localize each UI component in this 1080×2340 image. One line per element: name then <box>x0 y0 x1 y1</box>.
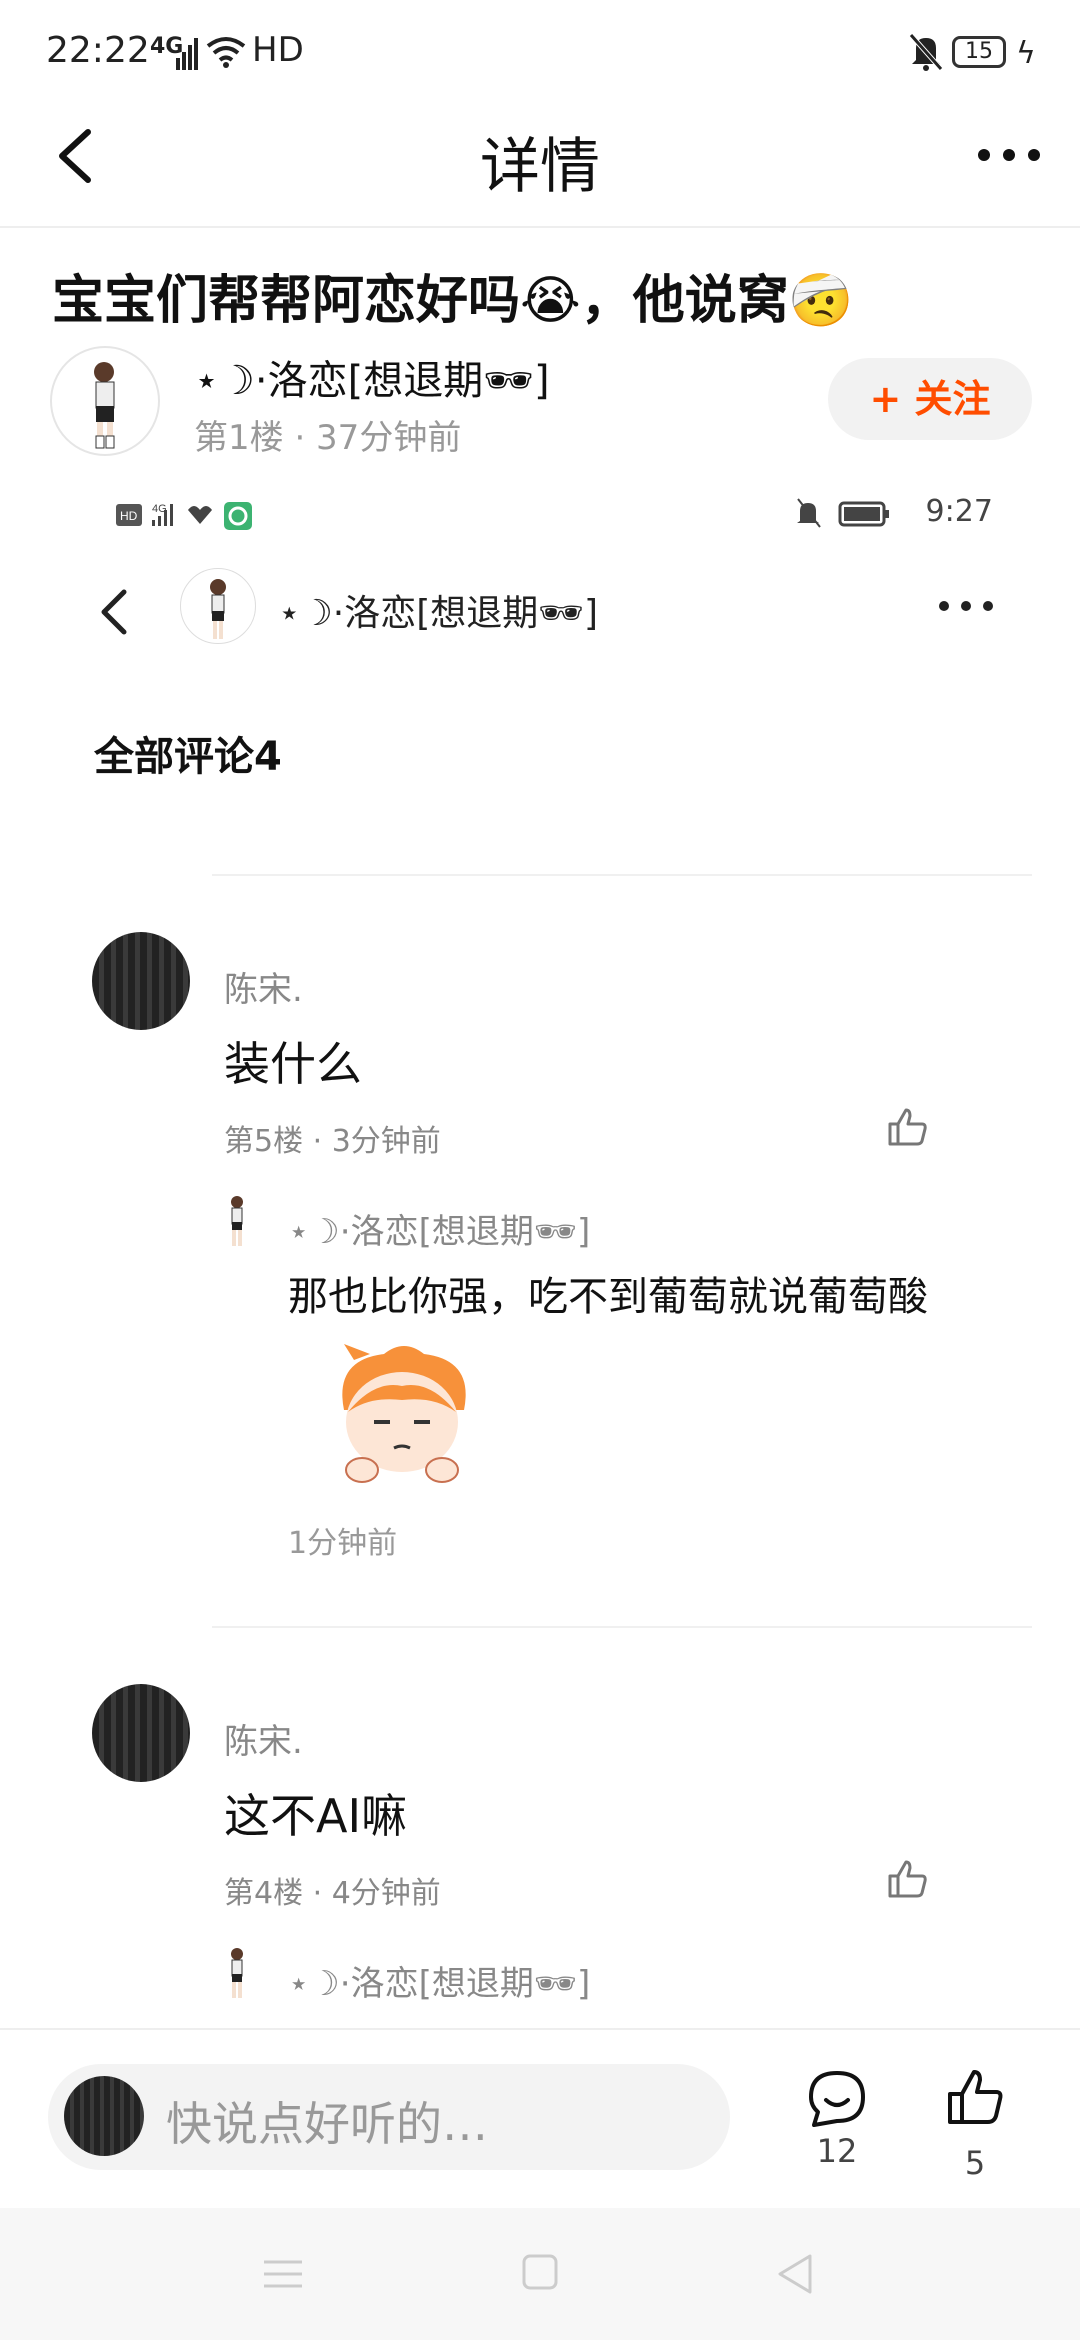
follow-button[interactable]: + 关注 <box>828 358 1032 440</box>
comment-text: 装什么 <box>224 1037 362 1091</box>
comment-avatar <box>92 1684 190 1782</box>
reply-text: 那也比你强，吃不到葡萄就说葡萄酸 <box>288 1274 928 1320</box>
comments-header: 全部评论4 <box>94 734 282 780</box>
status-bar: 22:22 4G HD 15 ϟ <box>0 0 1080 110</box>
embedded-status-icons: HD 4G <box>116 502 252 530</box>
comment-icon[interactable] <box>806 2068 868 2130</box>
more-icon[interactable] <box>974 140 1044 170</box>
reply-avatar <box>231 1196 243 1246</box>
reply-username: ⋆☽·洛恋[想退期🕶] <box>288 1964 591 2004</box>
post-meta: 第1楼 · 37分钟前 <box>194 418 462 458</box>
like-icon[interactable] <box>946 2066 1004 2128</box>
sticker-image <box>342 1344 466 1483</box>
comment-separator <box>212 874 1032 876</box>
comment-text: 这不AI嘛 <box>224 1789 408 1843</box>
embedded-more-icon <box>939 601 993 611</box>
embedded-status-icons-right <box>797 497 889 528</box>
comment-like-icon <box>888 1860 927 1898</box>
author-avatar[interactable] <box>50 346 160 456</box>
author-name[interactable]: ⋆☽·洛恋[想退期🕶] <box>194 348 550 406</box>
nav-back-icon[interactable] <box>774 2252 814 2296</box>
nav-home-icon[interactable] <box>522 2254 558 2290</box>
battery-icon: 15 <box>952 36 1006 68</box>
wifi-hd-label: HD <box>252 30 304 70</box>
nav-menu-icon[interactable] <box>262 2256 304 2292</box>
reply-meta: 1分钟前 <box>288 1526 398 1561</box>
comment-count: 12 <box>816 2132 858 2170</box>
post-title: 宝宝们帮帮阿恋好吗😭，他说窝🤕 <box>52 271 854 331</box>
comment-input-placeholder: 快说点好听的… <box>166 2097 488 2151</box>
comment-separator <box>212 1626 1032 1628</box>
wifi-icon <box>206 37 246 68</box>
embedded-username: ⋆☽·洛恋[想退期🕶] <box>278 593 599 634</box>
comment-username: 陈宋. <box>224 970 303 1010</box>
comment-meta: 第5楼 · 3分钟前 <box>224 1124 441 1159</box>
embedded-time: 9:27 <box>925 494 993 529</box>
embedded-back-icon <box>101 589 127 635</box>
signal-icon <box>176 38 198 70</box>
comment-like-icon <box>888 1108 927 1146</box>
user-avatar <box>64 2076 144 2156</box>
svg-text:HD: HD <box>120 509 138 523</box>
status-time: 22:22 <box>46 30 150 71</box>
comment-avatar <box>92 932 190 1030</box>
comment-meta: 第4楼 · 4分钟前 <box>224 1876 441 1911</box>
bottom-divider <box>0 2028 1080 2030</box>
embedded-status-left: HD 4G <box>116 496 296 536</box>
bell-off-icon <box>909 33 943 71</box>
comment-username: 陈宋. <box>224 1722 303 1762</box>
like-count: 5 <box>964 2144 986 2182</box>
back-icon[interactable] <box>52 126 102 186</box>
reply-avatar <box>231 1948 243 1998</box>
embedded-status-right: 9:27 <box>796 494 993 531</box>
page-title: 详情 <box>480 132 600 202</box>
embedded-avatar <box>180 568 256 644</box>
charging-icon: ϟ <box>1016 36 1036 71</box>
header-divider <box>0 226 1080 228</box>
reply-username: ⋆☽·洛恋[想退期🕶] <box>288 1212 591 1252</box>
